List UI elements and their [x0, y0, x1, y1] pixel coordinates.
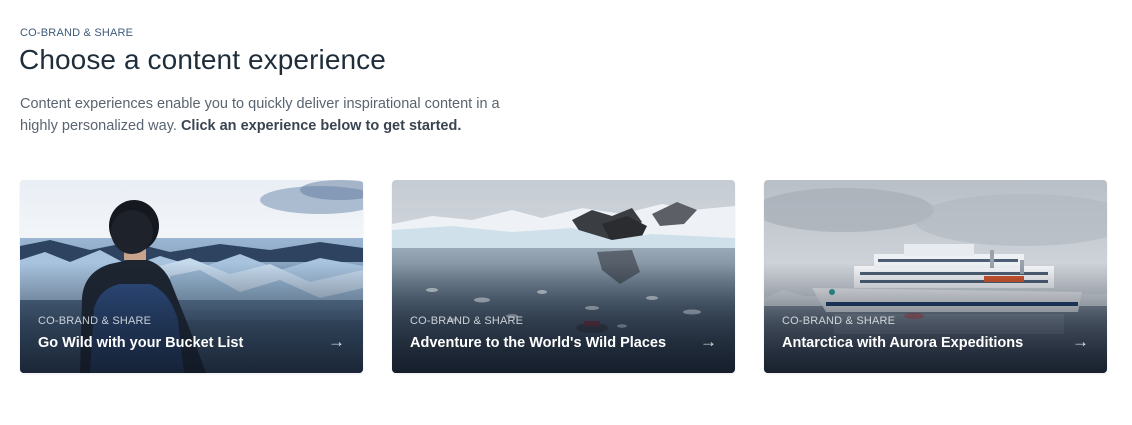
card-eyebrow: CO-BRAND & SHARE [410, 315, 524, 327]
arrow-right-icon: → [1072, 332, 1089, 351]
arrow-right-icon: → [328, 332, 345, 351]
experience-card-aurora-expeditions[interactable]: CO-BRAND & SHARE Antarctica with Aurora … [764, 180, 1107, 373]
experience-card-bucket-list[interactable]: CO-BRAND & SHARE Go Wild with your Bucke… [20, 180, 363, 373]
arrow-right-icon: → [700, 332, 717, 351]
card-eyebrow: CO-BRAND & SHARE [782, 315, 896, 327]
card-title: Antarctica with Aurora Expeditions [782, 335, 1024, 351]
card-title: Go Wild with your Bucket List [38, 335, 244, 351]
card-eyebrow: CO-BRAND & SHARE [38, 315, 152, 327]
content-experience-page: CO-BRAND & SHARE Choose a content experi… [0, 0, 1132, 425]
page-title: Choose a content experience [19, 44, 386, 75]
experience-card-wild-places[interactable]: CO-BRAND & SHARE Adventure to the World'… [392, 180, 735, 373]
description-cta: Click an experience below to get started… [180, 118, 462, 134]
card-title: Adventure to the World's Wild Places [410, 335, 667, 351]
page-description: Content experiences enable you to quickl… [20, 93, 540, 137]
section-eyebrow: CO-BRAND & SHARE [20, 27, 134, 39]
